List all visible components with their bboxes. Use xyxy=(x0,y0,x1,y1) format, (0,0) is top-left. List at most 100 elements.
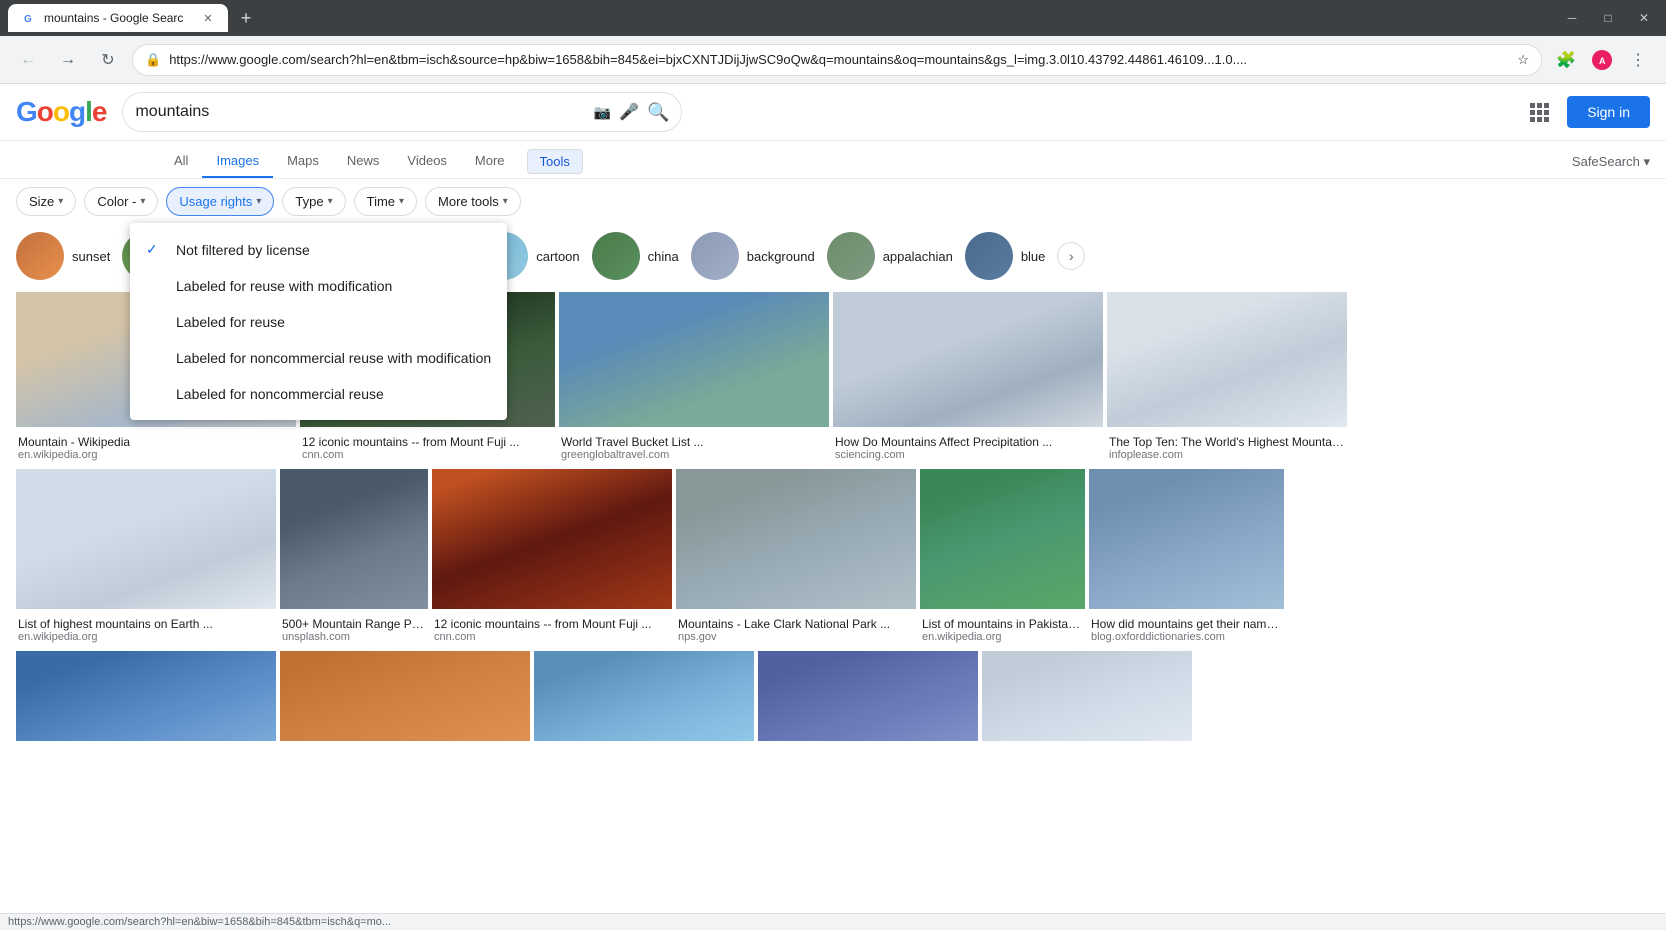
dropdown-item-label: Labeled for reuse with modification xyxy=(176,278,392,294)
image-item-r3-5[interactable] xyxy=(982,651,1192,741)
img-source: greenglobaltravel.com xyxy=(561,449,827,461)
logo-o2: o xyxy=(53,96,69,128)
window-controls: ─ □ ✕ xyxy=(1558,4,1658,32)
suggestion-chip-background[interactable]: background xyxy=(691,232,815,280)
filter-usage-rights[interactable]: Usage rights ▾ xyxy=(166,187,274,216)
image-item-r3-3[interactable] xyxy=(534,651,754,741)
tab-news[interactable]: News xyxy=(333,145,394,178)
back-button[interactable]: ← xyxy=(12,44,44,76)
type-arrow-icon: ▾ xyxy=(328,196,333,207)
img-source: unsplash.com xyxy=(282,631,426,643)
restore-button[interactable]: □ xyxy=(1594,4,1622,32)
tab-favicon: G xyxy=(20,10,36,26)
filter-size[interactable]: Size ▾ xyxy=(16,187,76,216)
logo-o1: o xyxy=(37,96,53,128)
img-source: nps.gov xyxy=(678,631,914,643)
image-item-r3-4[interactable] xyxy=(758,651,978,741)
color-arrow-icon: ▾ xyxy=(140,196,145,207)
voice-icon[interactable]: 🎤 xyxy=(619,102,639,122)
safe-search[interactable]: SafeSearch ▾ xyxy=(1572,154,1666,170)
filter-more-tools-label: More tools xyxy=(438,194,499,209)
dropdown-item-noncommercial-mod[interactable]: Labeled for noncommercial reuse with mod… xyxy=(130,340,507,376)
usage-rights-dropdown: ✓ Not filtered by license Labeled for re… xyxy=(130,223,507,420)
image-item-r3-1[interactable] xyxy=(16,651,276,741)
browser-frame: G mountains - Google Searc ✕ + ─ □ ✕ ← →… xyxy=(0,0,1666,930)
image-item-clark[interactable]: Mountains - Lake Clark National Park ...… xyxy=(676,469,916,647)
tab-images[interactable]: Images xyxy=(202,145,273,178)
logo-g2: g xyxy=(69,96,85,128)
img-source: en.wikipedia.org xyxy=(18,449,294,461)
search-box[interactable]: 📷 🎤 🔍 xyxy=(122,92,682,132)
image-item-pakistan[interactable]: List of mountains in Pakistan - ... en.w… xyxy=(920,469,1085,647)
usage-rights-arrow-icon: ▾ xyxy=(256,196,261,207)
filter-more-tools[interactable]: More tools ▾ xyxy=(425,187,521,216)
lock-icon: 🔒 xyxy=(145,52,161,68)
menu-icon[interactable]: ⋮ xyxy=(1622,44,1654,76)
address-bar[interactable]: 🔒 https://www.google.com/search?hl=en&tb… xyxy=(132,44,1542,76)
img-caption: 500+ Mountain Range Pict... xyxy=(282,617,426,631)
filter-color[interactable]: Color - ▾ xyxy=(84,187,158,216)
tools-button[interactable]: Tools xyxy=(527,149,583,174)
dropdown-item-noncommercial[interactable]: Labeled for noncommercial reuse xyxy=(130,376,507,412)
img-caption: How Do Mountains Affect Precipitation ..… xyxy=(835,435,1101,449)
suggestion-chip-blue[interactable]: blue xyxy=(965,232,1046,280)
dropdown-item-label: Not filtered by license xyxy=(176,242,310,258)
tab-all[interactable]: All xyxy=(160,145,202,178)
dropdown-item-labeled-reuse[interactable]: Labeled for reuse xyxy=(130,304,507,340)
image-item-names[interactable]: How did mountains get their names ... bl… xyxy=(1089,469,1284,647)
header-right: Sign in xyxy=(1523,96,1650,128)
chip-label-china: china xyxy=(648,249,679,264)
chip-label-background: background xyxy=(747,249,815,264)
image-item-r3-2[interactable] xyxy=(280,651,530,741)
image-item-highest[interactable]: List of highest mountains on Earth ... e… xyxy=(16,469,276,647)
dropdown-item-labeled-reuse-mod[interactable]: Labeled for reuse with modification xyxy=(130,268,507,304)
forward-button[interactable]: → xyxy=(52,44,84,76)
close-button[interactable]: ✕ xyxy=(1630,4,1658,32)
suggestion-chip-appalachian[interactable]: appalachian xyxy=(827,232,953,280)
browser-toolbar: ← → ↻ 🔒 https://www.google.com/search?hl… xyxy=(0,36,1666,84)
tab-videos[interactable]: Videos xyxy=(393,145,461,178)
browser-tab[interactable]: G mountains - Google Searc ✕ xyxy=(8,4,228,32)
image-item-top-ten[interactable]: The Top Ten: The World's Highest Mountai… xyxy=(1107,292,1347,465)
img-source: blog.oxforddictionaries.com xyxy=(1091,631,1282,643)
image-row-2: List of highest mountains on Earth ... e… xyxy=(16,469,1650,647)
sign-in-button[interactable]: Sign in xyxy=(1567,96,1650,128)
suggestions-next-button[interactable]: › xyxy=(1057,242,1085,270)
logo-l: l xyxy=(85,96,92,128)
img-caption: List of highest mountains on Earth ... xyxy=(18,617,274,631)
image-row-3 xyxy=(16,651,1650,741)
img-caption: List of mountains in Pakistan - ... xyxy=(922,617,1083,631)
status-bar: https://www.google.com/search?hl=en&biw=… xyxy=(0,913,1666,930)
filter-color-label: Color - xyxy=(97,194,136,209)
suggestion-chip-china[interactable]: china xyxy=(592,232,679,280)
apps-button[interactable] xyxy=(1523,96,1555,128)
camera-icon[interactable]: 📷 xyxy=(594,104,611,121)
extensions-icon[interactable]: 🧩 xyxy=(1550,44,1582,76)
dropdown-item-not-filtered[interactable]: ✓ Not filtered by license xyxy=(130,231,507,268)
filter-type[interactable]: Type ▾ xyxy=(282,187,345,216)
dropdown-item-label: Labeled for noncommercial reuse xyxy=(176,386,384,402)
svg-text:A: A xyxy=(1599,56,1606,66)
filter-time[interactable]: Time ▾ xyxy=(354,187,417,216)
search-input[interactable] xyxy=(135,103,585,121)
image-item-12iconic2[interactable]: 12 iconic mountains -- from Mount Fuji .… xyxy=(432,469,672,647)
filter-type-label: Type xyxy=(295,194,323,209)
dropdown-item-label: Labeled for noncommercial reuse with mod… xyxy=(176,350,491,366)
image-item-500range[interactable]: 500+ Mountain Range Pict... unsplash.com xyxy=(280,469,428,647)
search-icons: 📷 🎤 🔍 xyxy=(594,102,670,123)
star-icon[interactable]: ☆ xyxy=(1517,52,1529,68)
tab-more[interactable]: More xyxy=(461,145,519,178)
minimize-button[interactable]: ─ xyxy=(1558,4,1586,32)
suggestion-chip-sunset[interactable]: sunset xyxy=(16,232,110,280)
more-tools-arrow-icon: ▾ xyxy=(503,196,508,207)
search-submit-icon[interactable]: 🔍 xyxy=(647,102,669,123)
tab-close-button[interactable]: ✕ xyxy=(200,10,216,26)
filter-size-label: Size xyxy=(29,194,54,209)
reload-button[interactable]: ↻ xyxy=(92,44,124,76)
url-text: https://www.google.com/search?hl=en&tbm=… xyxy=(169,52,1509,67)
profile-icon[interactable]: A xyxy=(1586,44,1618,76)
tab-maps[interactable]: Maps xyxy=(273,145,333,178)
image-item-world-travel[interactable]: World Travel Bucket List ... greenglobal… xyxy=(559,292,829,465)
image-item-precipitation[interactable]: How Do Mountains Affect Precipitation ..… xyxy=(833,292,1103,465)
new-tab-button[interactable]: + xyxy=(232,4,260,32)
